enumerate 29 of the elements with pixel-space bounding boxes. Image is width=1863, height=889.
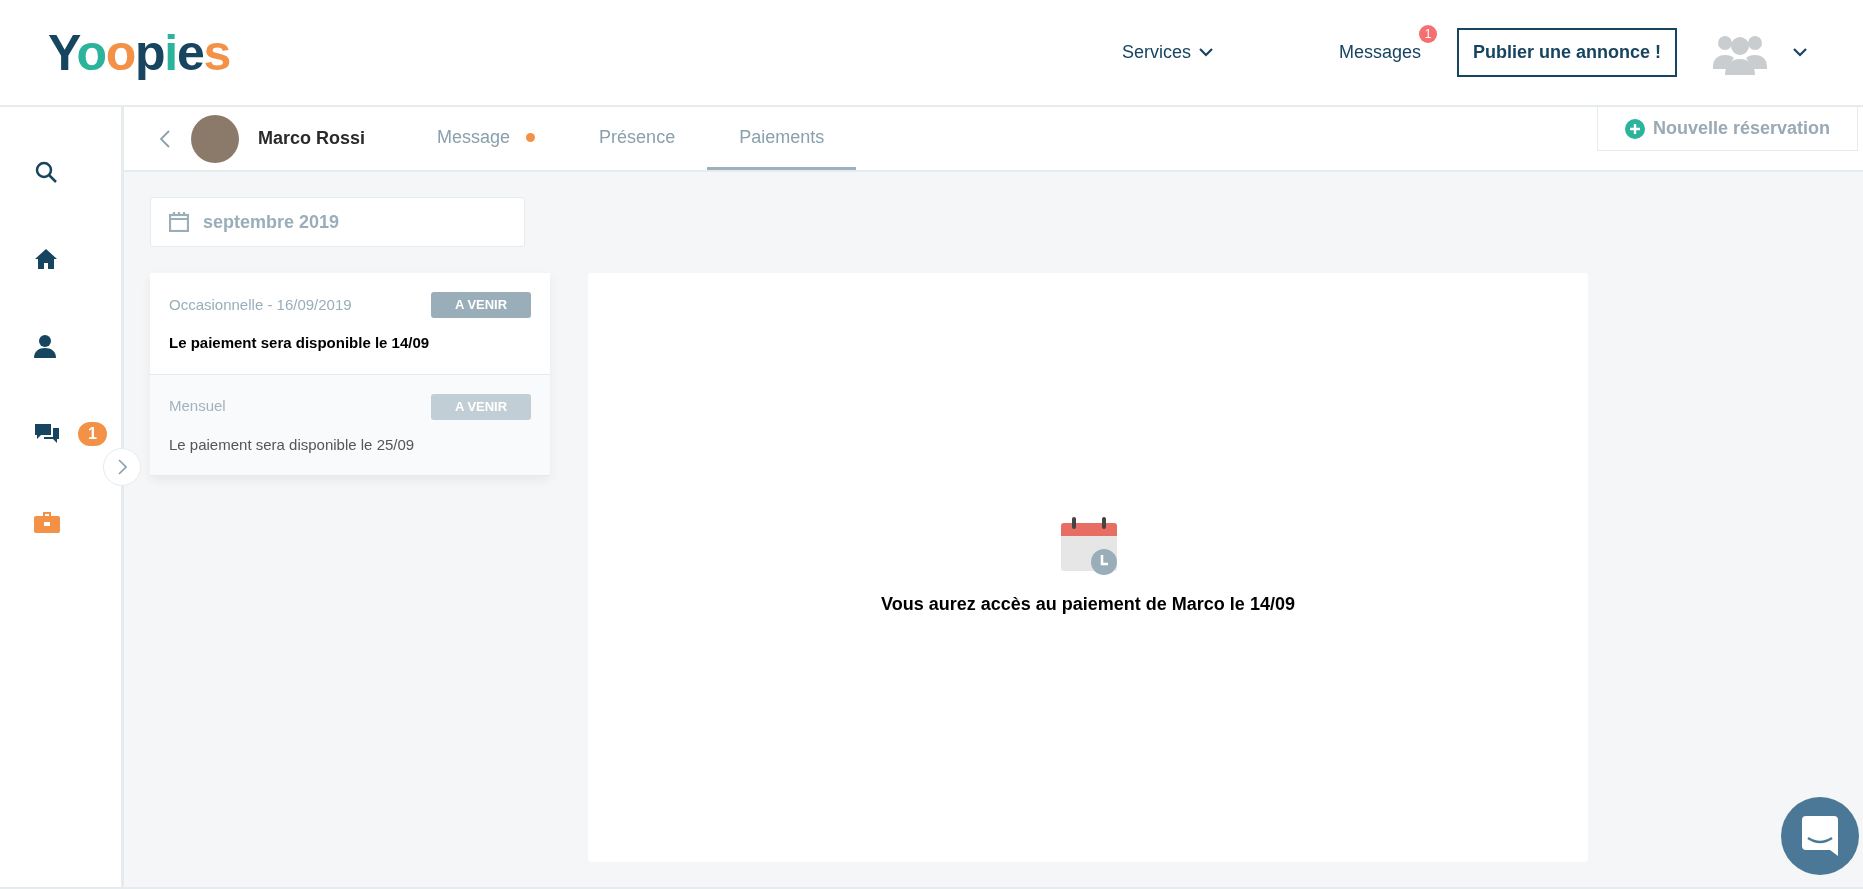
detail-message: Vous aurez accès au paiement de Marco le 14/09 bbox=[881, 593, 1295, 616]
user-icon[interactable] bbox=[34, 334, 56, 358]
payment-item[interactable]: Mensuel A VENIR Le paiement sera disponible le 25/09 bbox=[150, 374, 550, 476]
back-button[interactable] bbox=[160, 129, 170, 148]
calendar-clock-icon bbox=[1059, 517, 1117, 575]
smile-chat-icon bbox=[1802, 816, 1838, 856]
status-badge: A VENIR bbox=[431, 292, 531, 318]
payment-item[interactable]: Occasionnelle - 16/09/2019 A VENIR Le paiement sera disponible le 14/09 bbox=[150, 273, 550, 375]
chevron-down-icon bbox=[1198, 48, 1213, 57]
chevron-right-icon bbox=[117, 459, 127, 475]
payment-note: Le paiement sera disponible le 14/09 bbox=[169, 333, 431, 353]
messages-link[interactable]: Messages bbox=[1338, 39, 1421, 66]
home-icon[interactable] bbox=[34, 248, 58, 270]
logo[interactable]: Yoopies bbox=[48, 27, 231, 78]
payment-note: Le paiement sera disponible le 25/09 bbox=[169, 434, 416, 455]
status-badge: A VENIR bbox=[431, 393, 531, 420]
payment-title: Mensuel bbox=[169, 396, 226, 417]
payment-title: Occasionnelle - 16/09/2019 bbox=[169, 294, 352, 315]
publish-ad-button[interactable]: Publier une annonce ! bbox=[1456, 28, 1677, 77]
search-icon[interactable] bbox=[34, 160, 58, 184]
notification-badge: 1 bbox=[78, 422, 107, 446]
plus-circle-icon bbox=[1624, 118, 1645, 139]
services-menu[interactable]: Services bbox=[1121, 39, 1213, 66]
chevron-down-icon[interactable] bbox=[1793, 48, 1807, 57]
chevron-left-icon bbox=[160, 129, 170, 148]
contact-name: Marco Rossi bbox=[258, 127, 366, 150]
profile-photo bbox=[191, 114, 239, 163]
calendar-icon bbox=[169, 212, 189, 232]
notification-badge: 1 bbox=[1418, 25, 1437, 43]
